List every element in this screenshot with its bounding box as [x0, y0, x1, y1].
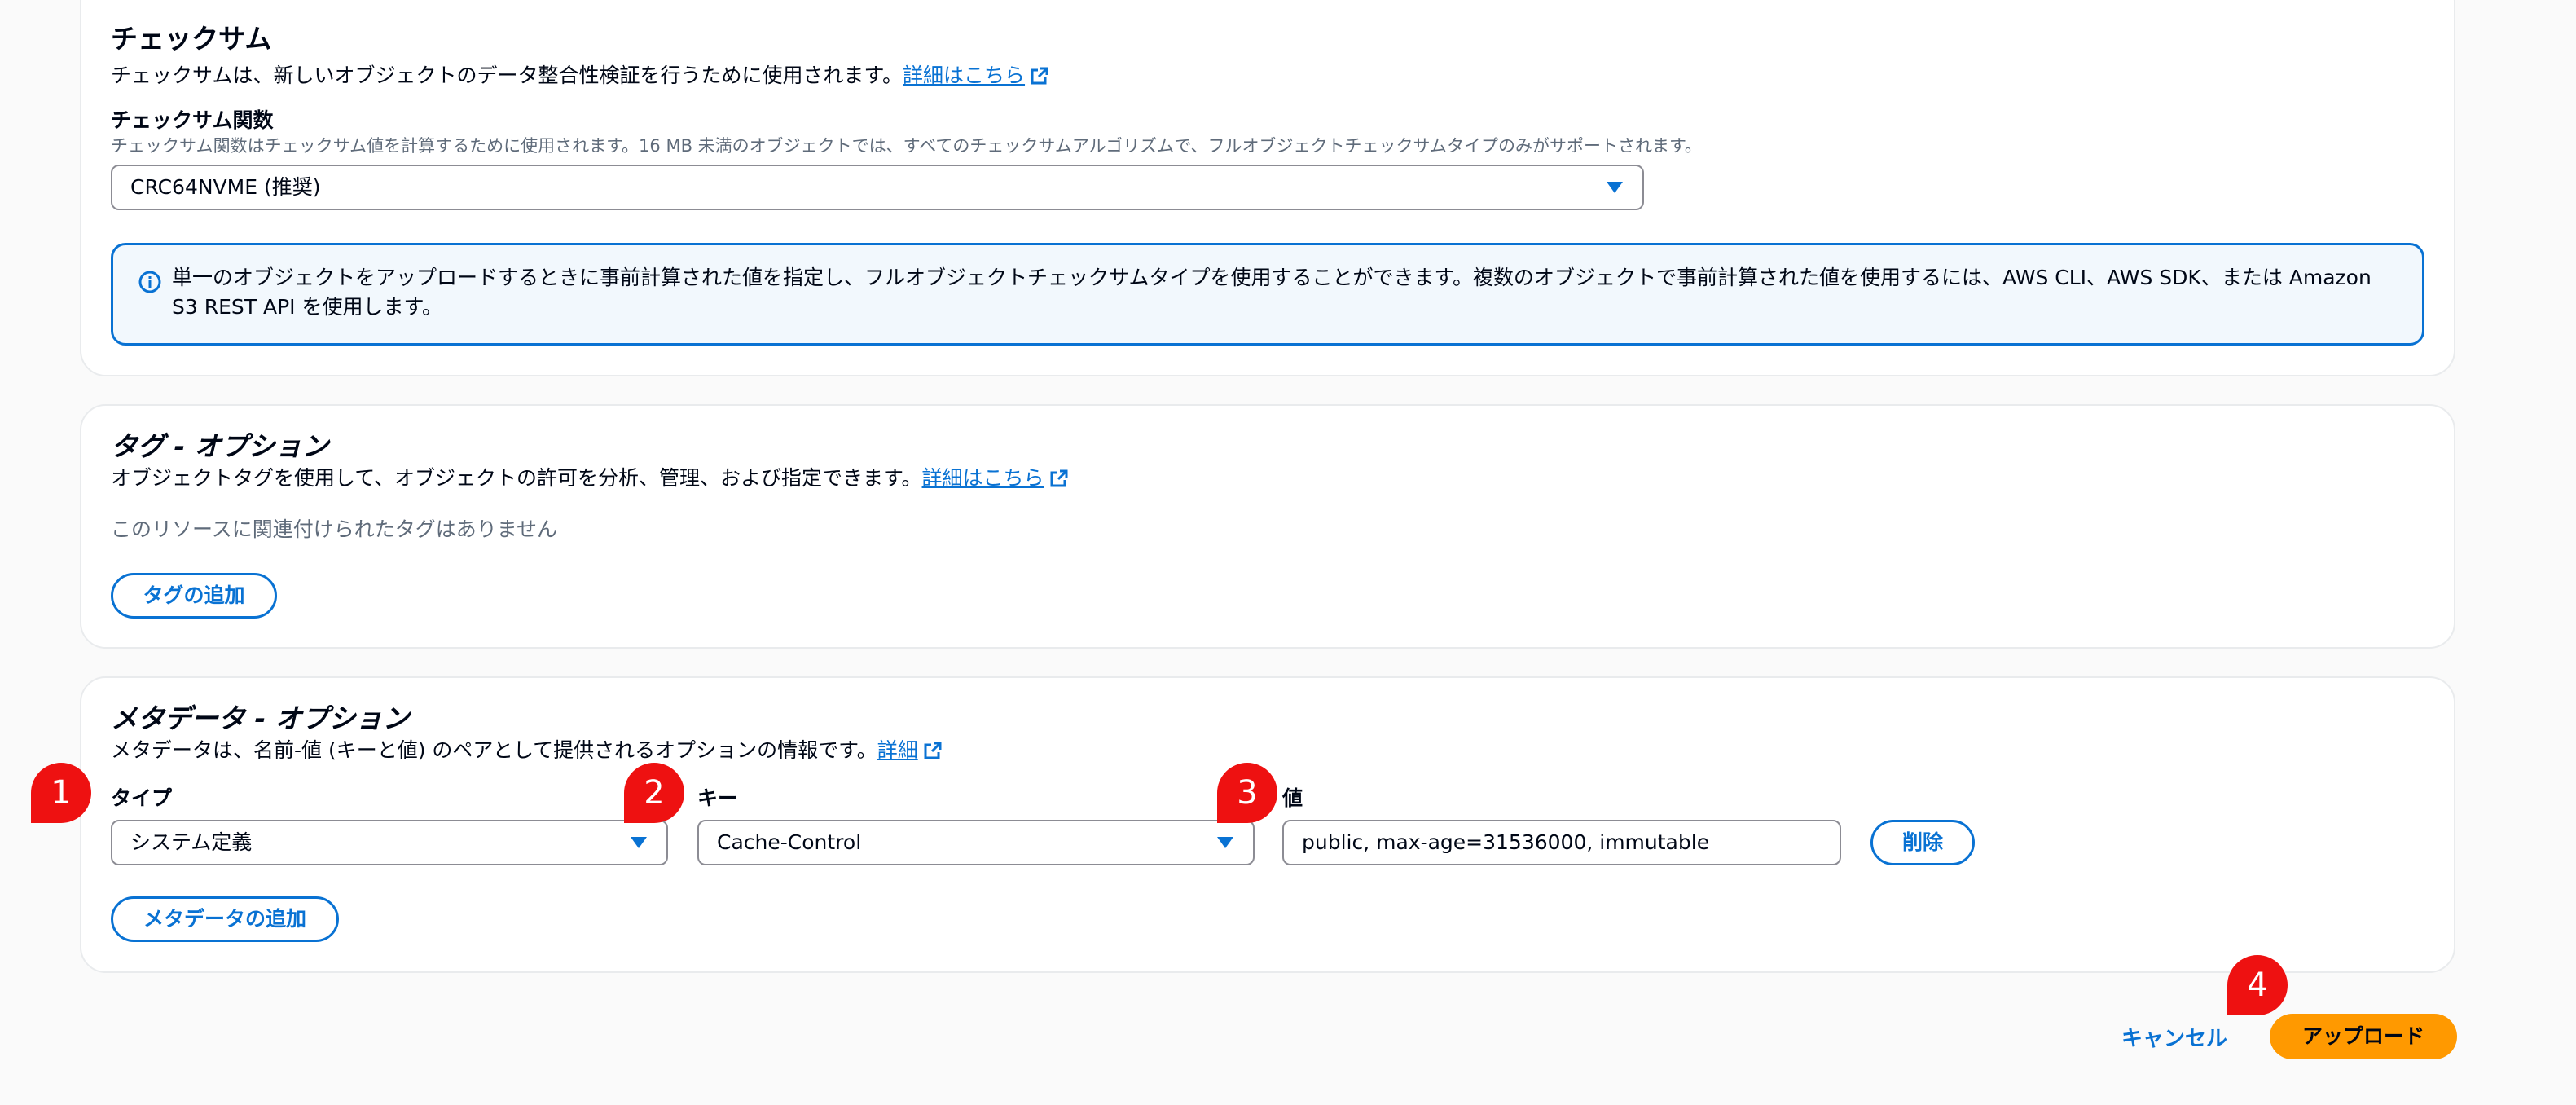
metadata-type-select[interactable]: システム定義	[111, 820, 668, 865]
tags-learn-more-link[interactable]: 詳細はこちら	[922, 466, 1044, 490]
add-metadata-button[interactable]: メタデータの追加	[111, 896, 339, 942]
checksum-function-hint: チェックサム関数はチェックサム値を計算するために使用されます。16 MB 未満の…	[111, 136, 1702, 156]
metadata-key-label: キー	[697, 786, 739, 810]
checksum-learn-more-link[interactable]: 詳細はこちら	[903, 64, 1025, 87]
metadata-title: メタデータ - オプション	[111, 702, 410, 734]
info-icon	[138, 270, 162, 297]
tags-empty-text: このリソースに関連付けられたタグはありません	[111, 517, 558, 541]
tags-title: タグ - オプション	[111, 430, 329, 462]
caret-down-icon	[631, 837, 647, 848]
checksum-info-alert: 単一のオブジェクトをアップロードするときに事前計算された値を指定し、フルオブジェ…	[111, 243, 2424, 346]
step-badge-1: 1	[31, 763, 91, 823]
metadata-type-label: タイプ	[111, 786, 173, 810]
checksum-info-text: 単一のオブジェクトをアップロードするときに事前計算された値を指定し、フルオブジェ…	[172, 266, 2372, 319]
metadata-value-label: 値	[1282, 786, 1303, 810]
caret-down-icon	[1217, 837, 1233, 848]
tags-description: オブジェクトタグを使用して、オブジェクトの許可を分析、管理、および指定できます。…	[111, 464, 1069, 495]
tags-panel: タグ - オプション オブジェクトタグを使用して、オブジェクトの許可を分析、管理…	[80, 404, 2455, 649]
checksum-panel: チェックサム チェックサムは、新しいオブジェクトのデータ整合性検証を行うために使…	[80, 0, 2455, 376]
metadata-description: メタデータは、名前-値 (キーと値) のペアとして提供されるオプションの情報です…	[111, 737, 943, 768]
external-link-icon	[1049, 468, 1069, 495]
metadata-key-select[interactable]: Cache-Control	[697, 820, 1255, 865]
checksum-title: チェックサム	[111, 23, 272, 55]
checksum-function-label: チェックサム関数	[111, 108, 274, 132]
add-tag-button[interactable]: タグの追加	[111, 573, 277, 619]
cancel-button[interactable]: キャンセル	[2121, 1022, 2227, 1052]
metadata-learn-more-link[interactable]: 詳細	[877, 738, 918, 762]
external-link-icon	[923, 740, 943, 768]
caret-down-icon	[1607, 182, 1623, 193]
checksum-description: チェックサムは、新しいオブジェクトのデータ整合性検証を行うために使用されます。詳…	[111, 62, 1049, 93]
metadata-panel: メタデータ - オプション メタデータは、名前-値 (キーと値) のペアとして提…	[80, 676, 2455, 973]
upload-button[interactable]: アップロード	[2270, 1014, 2457, 1059]
external-link-icon	[1030, 65, 1049, 93]
step-badge-2: 2	[624, 763, 684, 823]
checksum-function-select[interactable]: CRC64NVME (推奨)	[111, 165, 1644, 210]
step-badge-3: 3	[1217, 763, 1277, 823]
step-badge-4: 4	[2227, 955, 2288, 1015]
remove-metadata-button[interactable]: 削除	[1870, 820, 1975, 865]
metadata-value-input[interactable]: public, max-age=31536000, immutable	[1282, 820, 1841, 865]
